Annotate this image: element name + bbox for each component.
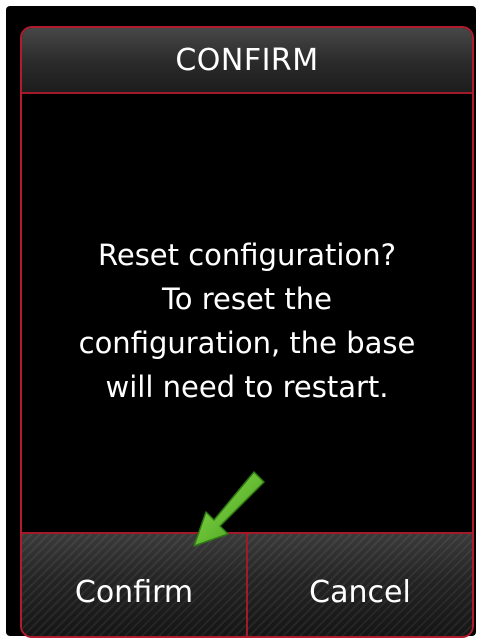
message-line: will need to restart.: [105, 370, 389, 404]
cancel-button-label: Cancel: [309, 574, 411, 610]
button-bar: Confirm Cancel: [22, 532, 472, 636]
confirm-dialog: CONFIRM Reset configuration? To reset th…: [20, 26, 474, 638]
dialog-message: Reset configuration? To reset the config…: [22, 233, 472, 409]
message-line: Reset configuration?: [98, 238, 396, 272]
message-line: To reset the: [161, 282, 332, 316]
title-bar: CONFIRM: [22, 28, 472, 94]
confirm-button-label: Confirm: [74, 574, 194, 610]
confirm-button[interactable]: Confirm: [22, 534, 248, 636]
message-line: configuration, the base: [78, 326, 416, 360]
cancel-button[interactable]: Cancel: [248, 534, 472, 636]
dialog-title: CONFIRM: [175, 42, 319, 78]
device-frame: CONFIRM Reset configuration? To reset th…: [6, 6, 476, 638]
